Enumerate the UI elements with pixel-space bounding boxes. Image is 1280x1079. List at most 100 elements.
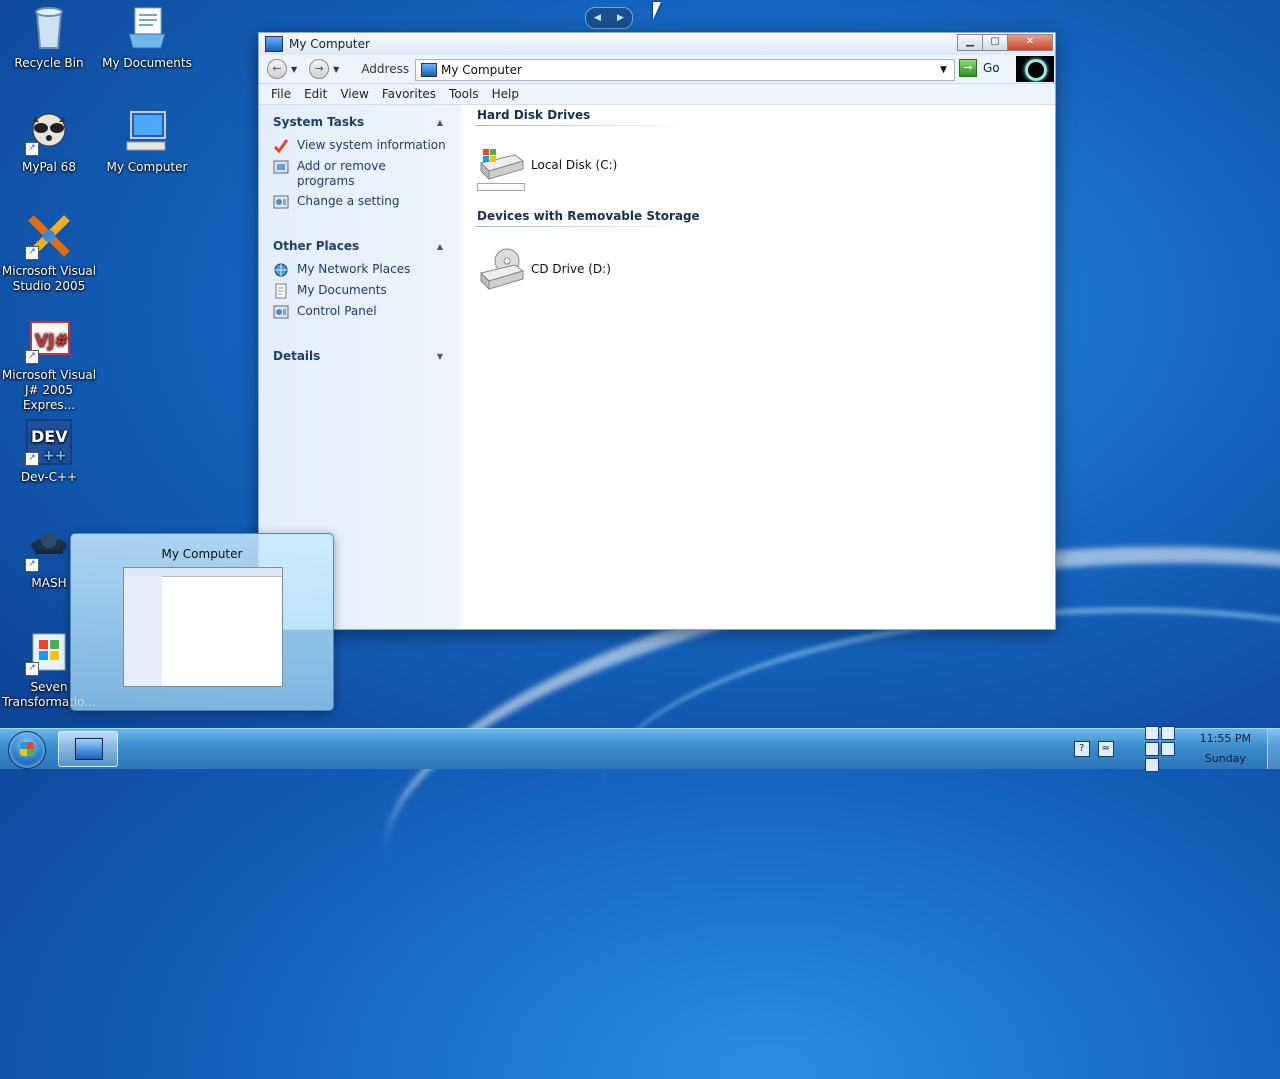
taskbar: ? ≈ 11:55 PM Sunday [0,726,1280,772]
visual-studio-icon: ↗ [25,212,73,260]
file-view: Hard Disk Drives Local Disk (C:) Devices… [461,105,1055,629]
close-button[interactable]: ✕ [1007,34,1053,51]
taskbar-thumbnail-preview[interactable]: My Computer [70,533,334,711]
desktop-icon-my-computer[interactable]: My Computer [99,108,195,175]
change-setting-link[interactable]: Change a setting [273,194,447,210]
shortcut-arrow-icon: ↗ [25,246,39,260]
my-documents-link[interactable]: My Documents [273,283,447,299]
display-icon[interactable] [1160,726,1175,740]
menu-view[interactable]: View [340,87,368,101]
control-panel-icon [273,305,289,319]
shortcut-arrow-icon: ↗ [25,142,39,156]
address-label: Address [361,62,410,76]
forward-button[interactable]: → [309,59,330,79]
shortcut-arrow-icon: ↗ [25,558,39,572]
seven-transformation-icon: ↗ [25,628,73,676]
local-disk-c[interactable]: Local Disk (C:) [477,147,617,183]
cd-drive-icon [477,247,525,291]
view-system-info-link[interactable]: View system information [273,138,447,154]
search-icon[interactable] [1160,742,1175,756]
computer-icon [75,738,103,760]
go-button[interactable]: → Go [959,59,1000,77]
dev-cpp-icon: DEV ++ ↗ [25,418,73,466]
security-icon[interactable] [1144,758,1159,772]
nav-right-icon[interactable]: ▶ [617,13,624,23]
hard-drive-icon [477,147,525,183]
desktop-icon-visual-jsharp[interactable]: VJ# ↗ Microsoft Visual J# 2005 Expres... [1,316,97,413]
mash-icon: ↗ [25,524,73,572]
shortcut-arrow-icon: ↗ [25,662,39,676]
window-title: My Computer [289,37,370,51]
collapse-icon[interactable]: ▲ [437,242,443,251]
address-toolbar: ← ▼ → ▼ Address My Computer ▼ → Go [259,55,1055,84]
explorer-window[interactable]: My Computer ▁ ▢ ✕ ← ▼ → ▼ Address My Com… [258,32,1056,630]
back-button[interactable]: ← [267,59,287,79]
minimize-button[interactable]: ▁ [957,34,983,51]
clock[interactable]: 11:55 PM Sunday [1200,729,1251,769]
computer-icon [123,108,171,156]
hard-disk-group-title: Hard Disk Drives [477,108,591,122]
menu-file[interactable]: File [271,87,291,101]
start-button[interactable] [8,731,46,769]
help-icon[interactable]: ? [1073,741,1090,757]
network-icon[interactable] [1144,726,1159,740]
svg-text:++: ++ [43,448,66,464]
menu-bar: File Edit View Favorites Tools Help [259,84,1055,105]
forward-dropdown-icon[interactable]: ▼ [333,65,339,74]
clock-time: 11:55 PM [1199,732,1251,745]
svg-text:DEV: DEV [31,427,68,446]
desktop-icon-visual-studio[interactable]: ↗ Microsoft Visual Studio 2005 [1,212,97,294]
go-arrow-icon: → [959,59,977,77]
address-value: My Computer [441,63,522,77]
back-dropdown-icon[interactable]: ▼ [291,65,297,74]
desktop-nav-pill[interactable]: ◀ ▶ [585,7,633,29]
visual-jsharp-icon: VJ# ↗ [25,316,73,364]
other-places-panel: Other Places ▲ My Network Places My Docu… [273,233,447,320]
desktop-icon-mypal[interactable]: ↗ MyPal 68 [1,108,97,175]
details-header[interactable]: Details ▼ [273,343,447,369]
menu-edit[interactable]: Edit [304,87,327,101]
system-tray: ? ≈ 11:55 PM Sunday [1073,726,1280,772]
menu-favorites[interactable]: Favorites [382,87,436,101]
other-places-header[interactable]: Other Places ▲ [273,233,447,259]
control-panel-link[interactable]: Control Panel [273,304,447,320]
document-icon [275,283,287,299]
desktop-icon-my-documents[interactable]: My Documents [99,4,195,71]
windows-brand-icon [1016,56,1054,82]
cd-drive-d[interactable]: CD Drive (D:) [477,247,611,291]
checkmark-icon [273,139,289,154]
language-icon[interactable]: ≈ [1097,741,1114,757]
desktop-icon-dev-cpp[interactable]: DEV ++ ↗ Dev-C++ [1,418,97,485]
removable-group-title: Devices with Removable Storage [477,209,700,223]
disk-capacity-bar [477,183,525,191]
network-globe-icon [274,263,288,277]
expand-icon[interactable]: ▼ [437,352,443,361]
recycle-bin-icon [25,4,73,52]
control-panel-icon [273,195,289,209]
address-dropdown-icon[interactable]: ▼ [940,65,954,75]
system-tasks-header[interactable]: System Tasks ▲ [273,109,447,135]
window-titlebar[interactable]: My Computer ▁ ▢ ✕ [259,33,1055,55]
desktop-icon-recycle-bin[interactable]: Recycle Bin [1,4,97,71]
svg-text:VJ#: VJ# [35,331,69,351]
programs-icon [273,160,289,174]
volume-icon[interactable] [1144,742,1159,756]
maximize-button[interactable]: ▢ [982,34,1008,51]
computer-icon [421,63,437,77]
shortcut-arrow-icon: ↗ [25,350,39,364]
add-remove-programs-link[interactable]: Add or remove programs [273,159,447,189]
nav-left-icon[interactable]: ◀ [594,13,601,23]
show-desktop-button[interactable] [1267,729,1280,769]
raccoon-icon: ↗ [25,108,73,156]
mouse-cursor [653,2,661,20]
details-panel: Details ▼ [273,343,447,369]
taskbar-my-computer-button[interactable] [58,731,118,767]
network-places-link[interactable]: My Network Places [273,262,447,278]
clock-day: Sunday [1204,752,1246,765]
collapse-icon[interactable]: ▲ [437,118,443,127]
shortcut-arrow-icon: ↗ [25,452,39,466]
thumbnail-title: My Computer [161,547,243,561]
menu-tools[interactable]: Tools [449,87,479,101]
menu-help[interactable]: Help [492,87,519,101]
address-input[interactable]: My Computer ▼ [415,59,955,81]
